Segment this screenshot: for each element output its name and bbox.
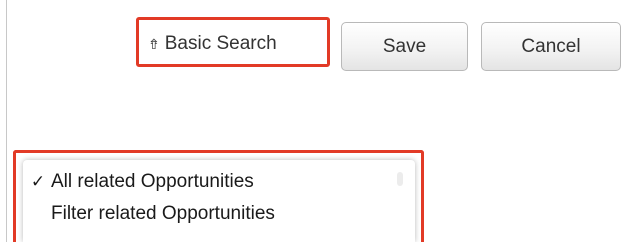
save-button-label: Save [382,35,427,57]
dropdown-scroll-indicator [397,172,403,186]
dropdown-item-label: All related Opportunities [51,171,254,192]
double-chevron-up-icon: ⇮ [148,35,160,52]
dropdown-item-all-related[interactable]: ✓ All related Opportunities [23,168,254,196]
dropdown-item-label: Filter related Opportunities [51,203,275,224]
checkmark-icon: ✓ [30,172,46,191]
dropdown-item-filter-related[interactable]: Filter related Opportunities [23,200,275,228]
cancel-button-label: Cancel [521,35,581,57]
save-button[interactable]: Save [341,22,468,71]
basic-search-label: Basic Search [164,33,277,54]
panel-left-border [6,0,7,242]
filter-dropdown-menu: ✓ All related Opportunities Filter relat… [23,160,415,242]
cancel-button[interactable]: Cancel [481,22,621,71]
basic-search-link[interactable]: ⇮ Basic Search [148,31,277,57]
